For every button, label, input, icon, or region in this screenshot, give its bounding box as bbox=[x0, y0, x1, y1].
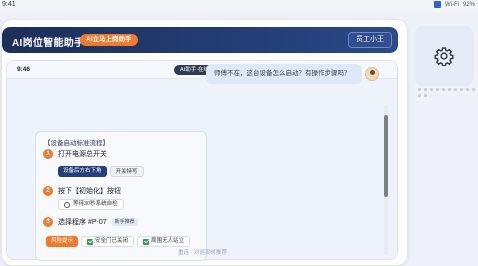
chip-risk[interactable]: 风险提示 bbox=[46, 236, 79, 247]
step-3: 3 选择程序 #P-07 新手推荐 bbox=[43, 216, 138, 228]
page-dots bbox=[418, 88, 476, 97]
chip-door-closed[interactable]: 安全门已关闭 bbox=[81, 236, 135, 247]
step-text: 选择程序 #P-07 bbox=[58, 219, 107, 226]
step-number: 2 bbox=[43, 186, 53, 196]
chip-wait-label: 等待30秒系统自检 bbox=[73, 201, 118, 207]
battery-label: 92% bbox=[462, 1, 475, 8]
step-2-chips: 等待30秒系统自检 bbox=[58, 199, 124, 210]
step-1: 1 打开电源总开关 bbox=[43, 148, 107, 160]
chat-time: 9:46 bbox=[17, 66, 31, 73]
app-icon bbox=[433, 1, 441, 8]
step-text: 按下【初始化】按钮 bbox=[58, 188, 121, 195]
user-button[interactable]: 员工小王 bbox=[348, 32, 392, 48]
status-right: Wi-Fi 92% bbox=[433, 1, 475, 8]
chip-person-label: 周围无人站立 bbox=[151, 238, 185, 244]
chip-no-person[interactable]: 周围无人站立 bbox=[137, 236, 191, 247]
user-avatar bbox=[365, 67, 379, 81]
app-title: AI岗位智能助手 bbox=[12, 38, 85, 49]
bot-reply-card: 【设备启动标准流程】 1 打开电源总开关 设备后方右下角 开关特写 2 按下【初… bbox=[35, 131, 207, 261]
scrollbar-thumb[interactable] bbox=[384, 115, 388, 197]
gear-icon bbox=[434, 47, 454, 66]
step-number: 3 bbox=[43, 217, 53, 227]
step-tag: 新手推荐 bbox=[111, 218, 138, 226]
chip-photo[interactable]: 开关特写 bbox=[109, 166, 144, 177]
status-time: 9:41 bbox=[2, 1, 16, 8]
chip-location[interactable]: 设备后方右下角 bbox=[58, 166, 107, 177]
step-3-chips: 风险提示 安全门已关闭 周围无人站立 bbox=[46, 236, 191, 247]
wifi-label: Wi-Fi bbox=[444, 1, 459, 8]
step-number: 1 bbox=[43, 149, 53, 159]
chip-door-label: 安全门已关闭 bbox=[95, 238, 129, 244]
settings-panel[interactable] bbox=[414, 26, 474, 86]
chip-wait: 等待30秒系统自检 bbox=[58, 199, 124, 210]
check-icon bbox=[87, 238, 94, 245]
step-2: 2 按下【初始化】按钮 bbox=[43, 185, 121, 197]
user-message-bubble: 师傅不在，这台设备怎么启动？有操作步骤吗？ bbox=[206, 64, 362, 84]
step-text: 打开电源总开关 bbox=[58, 151, 107, 158]
app-header: AI岗位智能助手 AI立马上岗助手 员工小王 bbox=[2, 27, 398, 53]
clock-icon bbox=[64, 201, 70, 208]
step-1-chips: 设备后方右下角 开关特写 bbox=[58, 166, 144, 177]
check-icon bbox=[143, 238, 150, 245]
main-window: AI岗位智能助手 AI立马上岗助手 员工小王 9:46 AI助手·在线 师傅不在… bbox=[2, 20, 407, 265]
footer-hint: 重连 · 对话实时推荐 bbox=[178, 250, 227, 256]
os-status-bar: 9:41 Wi-Fi 92% bbox=[0, 0, 478, 12]
header-badge: AI立马上岗助手 bbox=[80, 34, 138, 46]
card-title: 【设备启动标准流程】 bbox=[44, 140, 109, 147]
